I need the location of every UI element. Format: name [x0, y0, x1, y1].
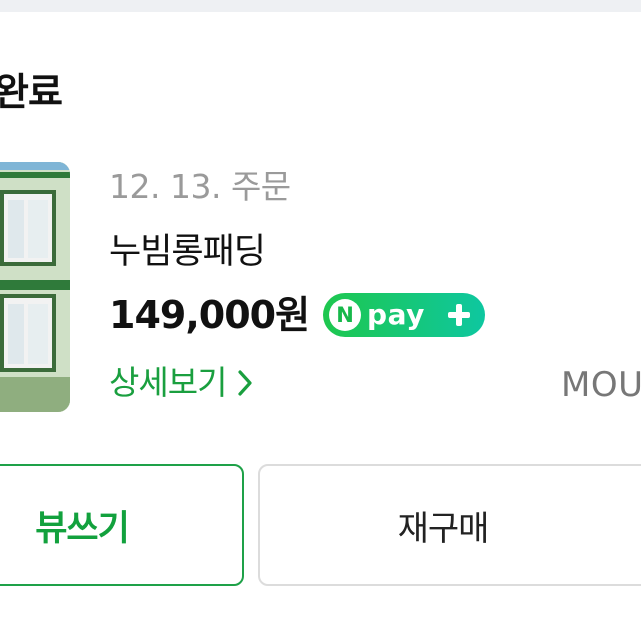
- view-details-link[interactable]: 상세보기: [109, 360, 254, 406]
- npay-plus-badge: N pay: [323, 293, 486, 337]
- write-review-label: 뷰쓰기: [35, 508, 130, 549]
- product-name[interactable]: 누빔롱패딩: [109, 229, 266, 275]
- order-status-heading: 완료: [0, 70, 63, 114]
- order-date: 12. 13. 주문: [109, 167, 291, 206]
- brand-name[interactable]: MOU: [561, 362, 641, 408]
- rebuy-button[interactable]: 재구매: [258, 464, 641, 586]
- top-divider-strip: [0, 0, 641, 12]
- view-details-label: 상세보기: [109, 363, 227, 402]
- plus-icon: [448, 304, 471, 326]
- npay-label: pay: [367, 298, 425, 331]
- price-row: 149,000원 N pay: [109, 290, 486, 340]
- write-review-button[interactable]: 뷰쓰기: [0, 464, 244, 586]
- chevron-right-icon: [238, 370, 253, 396]
- product-thumbnail[interactable]: [0, 162, 70, 412]
- rebuy-label: 재구매: [397, 508, 490, 549]
- product-thumbnail-image: [0, 162, 70, 412]
- npay-n-icon: N: [329, 299, 362, 331]
- product-price: 149,000원: [109, 293, 310, 337]
